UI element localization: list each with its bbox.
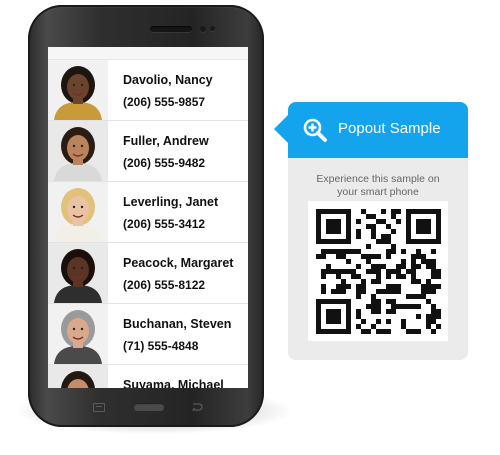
- popout-card: Popout Sample Experience this sample on …: [288, 102, 468, 360]
- list-item[interactable]: Leverling, Janet (206) 555-3412: [48, 182, 248, 243]
- employee-name: Davolio, Nancy: [123, 73, 213, 87]
- employee-phone: (206) 555-8122: [123, 278, 206, 292]
- popout-header[interactable]: Popout Sample: [288, 102, 468, 158]
- employee-phone: (206) 555-9482: [123, 156, 206, 170]
- list-item[interactable]: Suyama, Michael: [48, 365, 248, 388]
- avatar: [48, 60, 108, 120]
- employee-name: Fuller, Andrew: [123, 134, 209, 148]
- popout-description-line2: your smart phone: [337, 186, 419, 198]
- popout-pointer: [274, 114, 289, 144]
- qr-code[interactable]: [308, 201, 448, 341]
- employee-list: Davolio, Nancy (206) 555-9857 Fuller, Andr…: [48, 60, 248, 388]
- employee-name: Suyama, Michael: [123, 378, 224, 388]
- list-item[interactable]: Buchanan, Steven (71) 555-4848: [48, 304, 248, 365]
- avatar: [48, 121, 108, 181]
- menu-icon[interactable]: [192, 403, 203, 411]
- avatar: [48, 243, 108, 303]
- employee-phone: (71) 555-4848: [123, 339, 199, 353]
- list-item[interactable]: Davolio, Nancy (206) 555-9857: [48, 60, 248, 121]
- avatar: [48, 182, 108, 242]
- avatar: [48, 304, 108, 364]
- screen-top-bar: [48, 47, 248, 60]
- phone-speaker: [150, 26, 192, 32]
- phone-camera: [200, 26, 206, 32]
- phone-sensor: [210, 26, 215, 31]
- popout-title: Popout Sample: [338, 120, 441, 137]
- home-button[interactable]: [134, 403, 164, 411]
- popout-description: Experience this sample on your smart pho…: [288, 173, 468, 199]
- employee-name: Peacock, Margaret: [123, 256, 234, 270]
- popout-description-line1: Experience this sample on: [316, 173, 440, 185]
- back-icon[interactable]: [93, 403, 105, 412]
- avatar: [48, 365, 108, 388]
- list-item[interactable]: Peacock, Margaret (206) 555-8122: [48, 243, 248, 304]
- phone-screen: Davolio, Nancy (206) 555-9857 Fuller, Andr…: [48, 47, 248, 388]
- employee-phone: (206) 555-9857: [123, 95, 206, 109]
- employee-phone: (206) 555-3412: [123, 217, 206, 231]
- list-item[interactable]: Fuller, Andrew (206) 555-9482: [48, 121, 248, 182]
- employee-name: Leverling, Janet: [123, 195, 219, 209]
- employee-name: Buchanan, Steven: [123, 317, 232, 331]
- zoom-in-icon: [302, 117, 328, 143]
